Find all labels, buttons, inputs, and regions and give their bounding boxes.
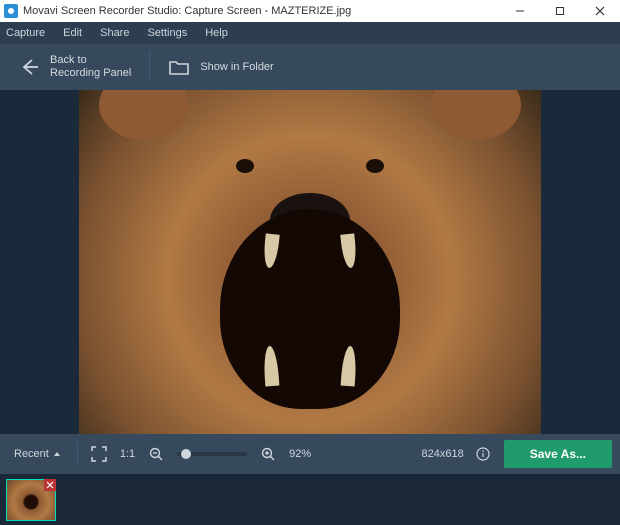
back-to-recording-button[interactable]: Back to Recording Panel: [10, 50, 139, 84]
close-icon: [46, 481, 54, 489]
controls-bar: Recent 1:1 92%: [0, 434, 620, 474]
chevron-up-icon: [53, 450, 61, 458]
window-title: Movavi Screen Recorder Studio: Capture S…: [23, 5, 500, 17]
arrow-left-icon: [18, 56, 40, 78]
app-icon: [4, 4, 18, 18]
zoom-slider[interactable]: [177, 452, 247, 456]
minimize-button[interactable]: [500, 0, 540, 22]
menu-capture[interactable]: Capture: [6, 27, 45, 39]
thumbnail[interactable]: [6, 479, 56, 521]
captured-image[interactable]: [79, 90, 541, 434]
zoom-percent: 92%: [289, 448, 311, 460]
back-label-line2: Recording Panel: [50, 67, 131, 80]
divider: [77, 443, 78, 465]
slider-knob[interactable]: [181, 449, 191, 459]
zoom-out-button[interactable]: [145, 443, 167, 465]
recent-label: Recent: [14, 448, 49, 460]
ratio-button[interactable]: 1:1: [120, 448, 135, 460]
show-in-folder-label: Show in Folder: [200, 61, 273, 73]
image-dimensions: 824x618: [422, 448, 464, 460]
fit-screen-button[interactable]: [88, 443, 110, 465]
zoom-in-button[interactable]: [257, 443, 279, 465]
recent-dropdown[interactable]: Recent: [8, 442, 67, 466]
menubar: Capture Edit Share Settings Help: [0, 22, 620, 44]
save-as-button[interactable]: Save As...: [504, 440, 612, 468]
menu-settings[interactable]: Settings: [147, 27, 187, 39]
menu-share[interactable]: Share: [100, 27, 129, 39]
titlebar: Movavi Screen Recorder Studio: Capture S…: [0, 0, 620, 22]
divider: [149, 52, 150, 82]
info-icon: [476, 447, 490, 461]
close-button[interactable]: [580, 0, 620, 22]
info-button[interactable]: [472, 443, 494, 465]
preview-canvas: [0, 90, 620, 434]
expand-icon: [91, 446, 107, 462]
menu-help[interactable]: Help: [205, 27, 228, 39]
thumbnail-close-button[interactable]: [44, 479, 56, 491]
folder-icon: [168, 56, 190, 78]
maximize-button[interactable]: [540, 0, 580, 22]
actionbar: Back to Recording Panel Show in Folder: [0, 44, 620, 90]
menu-edit[interactable]: Edit: [63, 27, 82, 39]
zoom-out-icon: [149, 447, 163, 461]
thumbnail-strip: [0, 474, 620, 525]
zoom-in-icon: [261, 447, 275, 461]
back-label-line1: Back to: [50, 54, 131, 67]
show-in-folder-button[interactable]: Show in Folder: [160, 50, 281, 84]
save-as-label: Save As...: [530, 447, 586, 461]
